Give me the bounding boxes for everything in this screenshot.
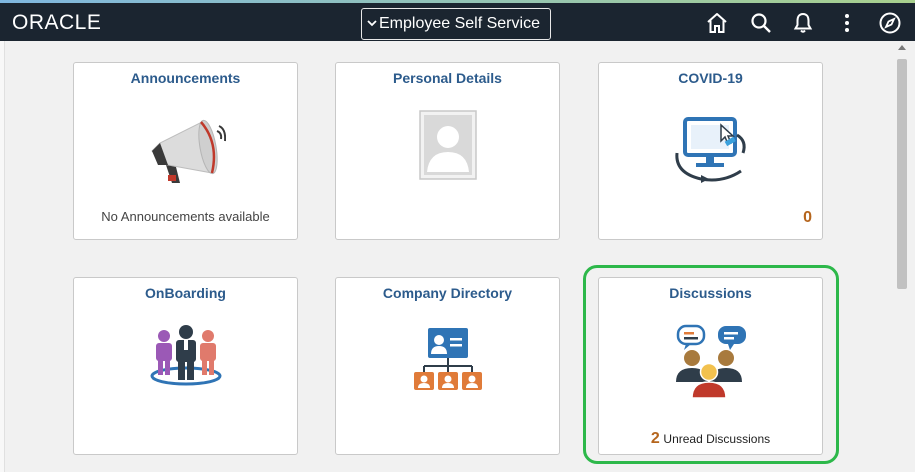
tile-announcements[interactable]: Announcements No Announcements available [73, 62, 298, 240]
covid-count-value: 0 [803, 209, 812, 226]
tile-onboarding[interactable]: OnBoarding [73, 277, 298, 455]
homepage-selector[interactable]: Employee Self Service [361, 8, 551, 40]
page-title: Employee Self Service [379, 15, 540, 32]
tile-title: Company Directory [382, 285, 513, 301]
announcements-empty-text: No Announcements available [101, 209, 270, 224]
navigator-compass-icon[interactable] [878, 11, 902, 35]
tile-company-directory[interactable]: Company Directory [335, 277, 560, 455]
org-chart-icon [414, 328, 482, 390]
monitor-click-icon [675, 117, 746, 183]
left-edge [0, 41, 5, 472]
oracle-logo: ORACLE [12, 11, 102, 34]
tile-title: OnBoarding [145, 285, 226, 301]
megaphone-icon [151, 119, 226, 183]
person-photo-icon [419, 110, 477, 180]
header-bar: ORACLE Employee Self Service [0, 3, 915, 41]
search-icon[interactable] [749, 11, 773, 35]
home-icon[interactable] [705, 11, 729, 35]
scroll-up-arrow-icon[interactable] [898, 45, 906, 50]
discussions-highlight-outline [583, 265, 839, 464]
chevron-down-icon [367, 20, 377, 27]
tile-covid-19[interactable]: COVID-19 0 [598, 62, 823, 240]
more-options-icon[interactable] [835, 11, 859, 35]
tile-title: Personal Details [393, 70, 502, 86]
scrollbar-thumb[interactable] [897, 59, 907, 289]
covid-count: 0 [599, 209, 822, 227]
tile-personal-details[interactable]: Personal Details [335, 62, 560, 240]
people-group-icon [150, 325, 222, 386]
tile-title: COVID-19 [678, 70, 743, 86]
tile-title: Announcements [130, 70, 241, 86]
bell-icon[interactable] [791, 11, 815, 35]
